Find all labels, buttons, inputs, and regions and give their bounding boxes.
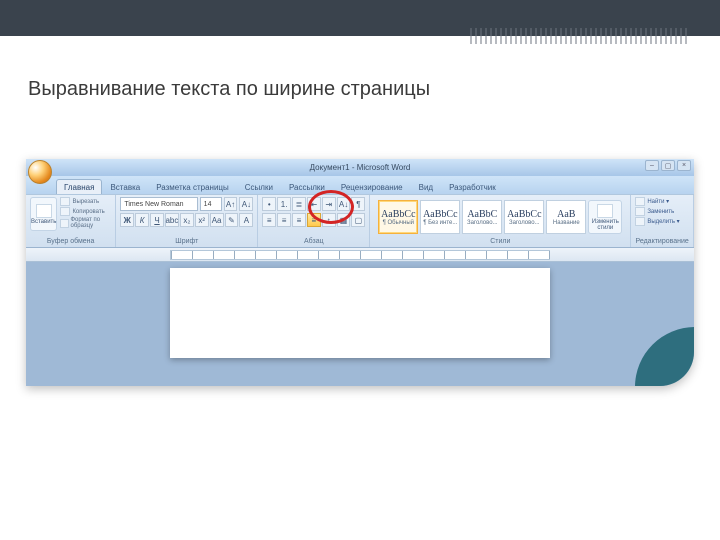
multilevel-button[interactable]: ≣ [292, 197, 306, 211]
align-center-button[interactable]: ≡ [277, 213, 291, 227]
ribbon: Вставить Вырезать Копировать Формат по о… [26, 194, 694, 248]
decorative-stripes [470, 28, 690, 44]
style-tile-2[interactable]: AaBbCЗаголово... [462, 200, 502, 234]
paste-button[interactable]: Вставить [30, 197, 57, 231]
align-right-button[interactable]: ≡ [292, 213, 306, 227]
replace-button[interactable]: Заменить [635, 207, 689, 216]
editing-group-label: Редактирование [635, 238, 689, 245]
page[interactable] [170, 268, 550, 358]
paste-label: Вставить [31, 219, 56, 225]
italic-button[interactable]: К [135, 213, 149, 227]
horizontal-ruler[interactable] [26, 248, 694, 262]
replace-icon [635, 207, 645, 216]
copy-button[interactable]: Копировать [60, 207, 111, 216]
document-area[interactable] [26, 262, 694, 386]
find-label: Найти ▾ [647, 198, 669, 205]
change-styles-icon [597, 204, 613, 218]
ribbon-tabs: ГлавнаяВставкаРазметка страницыСсылкиРас… [26, 176, 694, 194]
indent-inc-button[interactable]: ⇥ [322, 197, 336, 211]
style-tile-4[interactable]: AaBНазвание [546, 200, 586, 234]
group-clipboard: Вставить Вырезать Копировать Формат по о… [26, 195, 116, 247]
copy-icon [60, 207, 70, 216]
brush-icon [60, 219, 68, 228]
style-tile-1[interactable]: AaBbCc¶ Без инте... [420, 200, 460, 234]
select-label: Выделить ▾ [647, 218, 679, 225]
group-font: Times New Roman 14 A↑ A↓ Ж К Ч abc x₂ x²… [116, 195, 258, 247]
change-styles-button[interactable]: Изменить стили [588, 200, 622, 234]
tab-6[interactable]: Вид [411, 179, 441, 194]
word-window: Документ1 - Microsoft Word – ▢ × Главная… [26, 159, 694, 386]
underline-button[interactable]: Ч [150, 213, 164, 227]
cut-icon [60, 197, 70, 206]
find-icon [635, 197, 645, 206]
font-name-combo[interactable]: Times New Roman [120, 197, 197, 211]
justify-button[interactable]: ≡ [307, 213, 321, 227]
tab-0[interactable]: Главная [56, 179, 102, 194]
minimize-button[interactable]: – [645, 160, 659, 171]
titlebar: Документ1 - Microsoft Word – ▢ × [26, 159, 694, 176]
maximize-button[interactable]: ▢ [661, 160, 675, 171]
borders-button[interactable]: ▢ [351, 213, 365, 227]
style-tile-3[interactable]: AaBbCcЗаголово... [504, 200, 544, 234]
format-painter-label: Формат по образцу [71, 217, 112, 229]
font-color-button[interactable]: A [239, 213, 253, 227]
sort-button[interactable]: A↓ [337, 197, 351, 211]
tab-3[interactable]: Ссылки [237, 179, 281, 194]
clear-format-button[interactable]: Aa [210, 213, 224, 227]
style-tile-0[interactable]: AaBbCc¶ Обычный [378, 200, 418, 234]
close-button[interactable]: × [677, 160, 691, 171]
show-marks-button[interactable]: ¶ [351, 197, 365, 211]
shading-button[interactable]: ▦ [337, 213, 351, 227]
replace-label: Заменить [647, 209, 674, 215]
cut-button[interactable]: Вырезать [60, 197, 111, 206]
tab-5[interactable]: Рецензирование [333, 179, 411, 194]
office-button[interactable] [28, 160, 52, 184]
strike-button[interactable]: abc [165, 213, 179, 227]
styles-group-label: Стили [374, 238, 626, 245]
subscript-button[interactable]: x₂ [180, 213, 194, 227]
clipboard-group-label: Буфер обмена [30, 238, 111, 245]
line-spacing-button[interactable]: ↕ [322, 213, 336, 227]
grow-font-button[interactable]: A↑ [224, 197, 238, 211]
font-group-label: Шрифт [120, 238, 253, 245]
select-button[interactable]: Выделить ▾ [635, 217, 689, 226]
window-title: Документ1 - Microsoft Word [310, 163, 411, 172]
indent-dec-button[interactable]: ⇤ [307, 197, 321, 211]
format-painter-button[interactable]: Формат по образцу [60, 217, 111, 229]
ruler-scale [170, 250, 550, 260]
paragraph-group-label: Абзац [262, 238, 365, 245]
select-icon [635, 217, 645, 226]
bold-button[interactable]: Ж [120, 213, 134, 227]
paste-icon [36, 204, 52, 218]
shrink-font-button[interactable]: A↓ [239, 197, 253, 211]
group-paragraph: • 1. ≣ ⇤ ⇥ A↓ ¶ ≡ ≡ ≡ ≡ ↕ ▦ ▢ [258, 195, 370, 247]
tab-4[interactable]: Рассылки [281, 179, 333, 194]
tab-1[interactable]: Вставка [102, 179, 148, 194]
group-styles: AaBbCc¶ ОбычныйAaBbCc¶ Без инте...AaBbCЗ… [370, 195, 631, 247]
tab-7[interactable]: Разработчик [441, 179, 504, 194]
slide-title: Выравнивание текста по ширине страницы [28, 78, 720, 101]
numbering-button[interactable]: 1. [277, 197, 291, 211]
superscript-button[interactable]: x² [195, 213, 209, 227]
find-button[interactable]: Найти ▾ [635, 197, 689, 206]
highlight-button[interactable]: ✎ [225, 213, 239, 227]
font-size-value: 14 [204, 201, 212, 208]
align-left-button[interactable]: ≡ [262, 213, 276, 227]
font-name-value: Times New Roman [124, 201, 183, 208]
tab-2[interactable]: Разметка страницы [148, 179, 237, 194]
cut-label: Вырезать [72, 199, 99, 205]
copy-label: Копировать [72, 209, 104, 215]
group-editing: Найти ▾ Заменить Выделить ▾ Редактирован… [631, 195, 694, 247]
bullets-button[interactable]: • [262, 197, 276, 211]
font-size-combo[interactable]: 14 [200, 197, 222, 211]
